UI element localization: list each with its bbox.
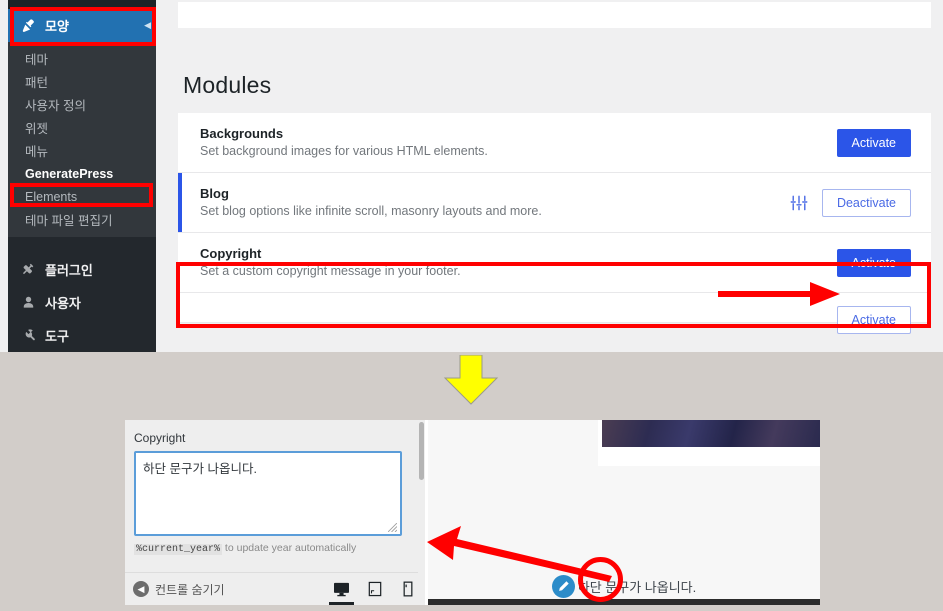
deactivate-button-blog[interactable]: Deactivate [821,188,911,217]
module-actions: Activate [836,282,911,334]
customizer-footer-bar: ◀ 컨트롤 숨기기 [125,572,425,605]
submenu-item-customize[interactable]: 사용자 정의 [8,93,156,116]
module-row-partial[interactable]: Activate [178,293,931,334]
module-row-backgrounds[interactable]: Backgrounds Set background images for va… [178,113,931,173]
preview-content-card [598,420,820,466]
page-title: Modules [183,72,272,98]
activate-button-copyright[interactable]: Activate [836,248,911,277]
customizer-scrollbar[interactable] [418,420,425,605]
module-active-accent [178,293,182,322]
submenu-item-patterns[interactable]: 패턴 [8,70,156,93]
submenu-item-widgets[interactable]: 위젯 [8,116,156,139]
preview-hero-image [602,420,820,447]
module-row-blog[interactable]: Blog Set blog options like infinite scro… [178,173,931,233]
sidebar-item-tools-label: 도구 [45,329,69,344]
module-text-block: Backgrounds Set background images for va… [200,126,837,160]
copyright-textarea[interactable]: 하단 문구가 나옵니다. [134,451,402,536]
sidebar-item-tools[interactable]: 도구 [8,319,156,352]
sidebar-item-users[interactable]: 사용자 [8,286,156,319]
plug-icon [18,260,38,280]
appearance-brush-icon [18,16,38,36]
customizer-screenshot: Copyright 하단 문구가 나옵니다. %current_year% to… [125,420,820,605]
module-text-block: Blog Set blog options like infinite scro… [200,186,790,220]
module-row-copyright[interactable]: Copyright Set a custom copyright message… [178,233,931,293]
module-active-accent [178,173,182,232]
sidebar-item-users-label: 사용자 [45,296,81,311]
chevron-left-icon: ◀ [144,20,151,30]
activate-button-backgrounds[interactable]: Activate [836,128,911,157]
sidebar-item-plugins[interactable]: 플러그인 [8,253,156,286]
user-icon [18,293,38,313]
pencil-icon[interactable] [551,574,575,598]
admin-top-white-bar [178,2,931,28]
activate-button-partial[interactable]: Activate [836,305,911,334]
preview-footer-text: 하단 문구가 나옵니다. [577,579,697,595]
module-text-block: Copyright Set a custom copyright message… [200,246,837,280]
module-description: Set background images for various HTML e… [200,143,488,158]
annotation-yellow-down-arrow [443,355,499,405]
wp-admin-screenshot: 모양 ◀ 테마 패턴 사용자 정의 위젯 메뉴 GeneratePress El… [0,0,943,352]
preview-bottom-bar [428,599,820,605]
scrollbar-thumb[interactable] [419,422,424,480]
module-actions: Activate [836,128,911,157]
preview-footer: 하단 문구가 나옵니다. [428,573,820,599]
site-preview-pane: 하단 문구가 나옵니다. [428,420,820,605]
submenu-item-theme-file-editor[interactable]: 테마 파일 편집기 [8,208,156,231]
module-name: Blog [200,185,229,201]
module-active-accent [178,233,182,292]
mobile-preview-icon[interactable] [398,578,417,600]
sliders-icon[interactable] [790,195,808,211]
copyright-field-label: Copyright [134,431,186,445]
sidebar-top-strip [8,0,156,9]
copyright-hint-text: to update year automatically [222,542,357,554]
module-name: Backgrounds [200,125,284,141]
module-name: Copyright [200,245,262,261]
sidebar-lower-menu: 플러그인 사용자 도구 [8,253,156,352]
module-actions: Deactivate [790,188,911,217]
tablet-preview-icon[interactable] [365,578,384,600]
appearance-submenu: 테마 패턴 사용자 정의 위젯 메뉴 GeneratePress Element… [8,42,156,237]
wrench-icon [18,326,38,346]
hide-controls-button[interactable]: ◀ 컨트롤 숨기기 [133,581,225,598]
copyright-hint-code: %current_year% [134,544,223,555]
module-description: Set a custom copyright message in your f… [200,263,461,278]
module-description: Set blog options like infinite scroll, m… [200,203,542,218]
customizer-panel: Copyright 하단 문구가 나옵니다. %current_year% to… [125,420,425,605]
desktop-preview-icon[interactable] [329,578,354,605]
submenu-item-generatepress[interactable]: GeneratePress [8,162,156,185]
sidebar-item-appearance[interactable]: 모양 ◀ [8,9,156,42]
copyright-textarea-value: 하단 문구가 나옵니다. [143,462,257,476]
submenu-item-elements[interactable]: Elements [8,185,156,208]
sidebar-item-appearance-label: 모양 [45,19,69,34]
modules-list: Backgrounds Set background images for va… [178,113,931,334]
hide-controls-label: 컨트롤 숨기기 [155,582,225,597]
chevron-left-circle-icon: ◀ [133,581,149,597]
submenu-item-themes[interactable]: 테마 [8,47,156,70]
submenu-item-menus[interactable]: 메뉴 [8,139,156,162]
device-preview-buttons [329,578,417,605]
resize-handle-icon[interactable] [388,523,397,532]
module-actions: Activate [836,248,911,277]
copyright-hint: %current_year% to update year automatica… [134,542,356,555]
module-active-accent [178,113,182,172]
sidebar-item-plugins-label: 플러그인 [45,263,93,278]
